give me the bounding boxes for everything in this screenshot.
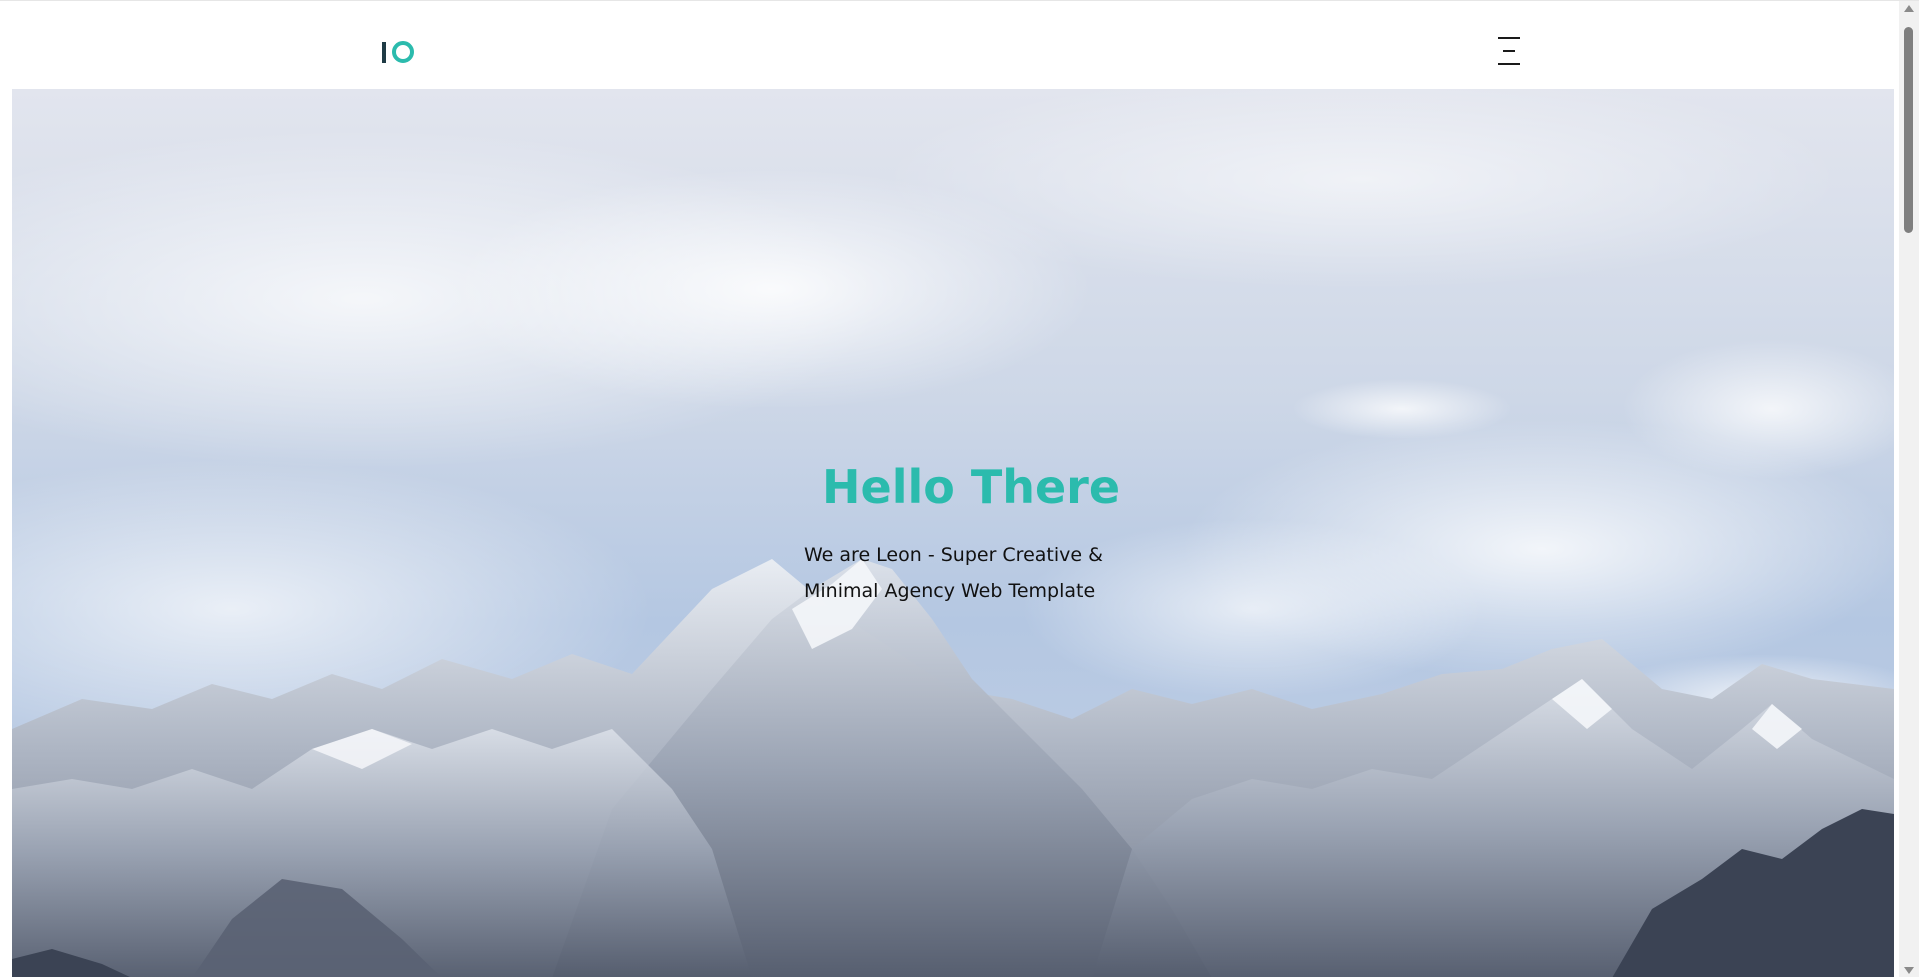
- scrollbar-thumb[interactable]: [1904, 27, 1913, 233]
- menu-line-bottom: [1498, 63, 1520, 65]
- hero-section: Hello There We are Leon - Super Creative…: [12, 89, 1894, 977]
- site-header: IO: [0, 1, 1899, 89]
- hero-title: Hello There: [822, 460, 1121, 514]
- hero-content: Hello There We are Leon - Super Creative…: [792, 459, 1132, 609]
- scroll-down-arrow-icon[interactable]: [1904, 967, 1914, 974]
- hamburger-menu-icon[interactable]: [1498, 37, 1520, 65]
- site-logo[interactable]: IO: [382, 37, 414, 67]
- vertical-scrollbar[interactable]: [1899, 1, 1919, 977]
- menu-line-middle: [1503, 50, 1515, 52]
- logo-ring-mark: [392, 41, 414, 63]
- page: IO: [0, 0, 1919, 977]
- hero-subtitle: We are Leon - Super Creative & Minimal A…: [804, 544, 1103, 602]
- logo-bar-mark: [382, 41, 386, 63]
- menu-line-top: [1498, 37, 1520, 39]
- scroll-up-arrow-icon[interactable]: [1904, 5, 1914, 12]
